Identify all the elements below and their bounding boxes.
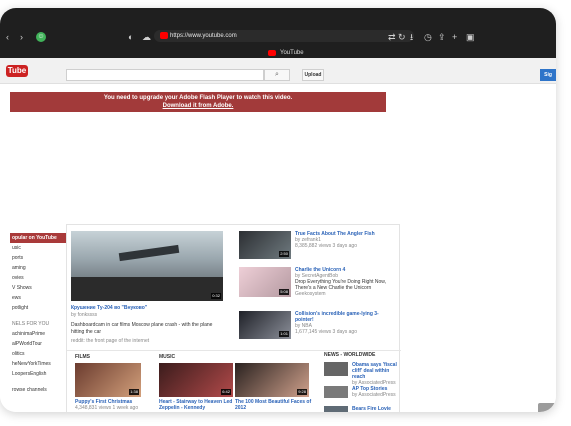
music-item-1[interactable]: 6:42 Heart - Stairway to Heaven Led Zepp… [159, 363, 233, 412]
news-info-2: AP Top Stories by AssociatedPress [352, 386, 400, 398]
news-item-1[interactable]: Obama says 'fiscal cliff' deal within re… [324, 362, 400, 386]
news-item-2[interactable]: AP Top Stories by AssociatedPress [324, 386, 400, 402]
thumbnail-charlie-unicorn[interactable]: 5:08 [239, 267, 291, 297]
search-input[interactable] [66, 69, 264, 81]
channels-header: NELS FOR YOU [12, 321, 50, 327]
cloud-icon[interactable]: ☁ [142, 32, 151, 42]
duration-badge: 0:32 [211, 293, 221, 299]
timer-icon[interactable]: ◷ [424, 32, 432, 42]
music-item-2[interactable]: 9:28 The 100 Most Beautiful Faces of 201… [235, 363, 311, 412]
sidebar-item-tv-shows[interactable]: V Shows [10, 283, 66, 293]
news-info-1: Obama says 'fiscal cliff' deal within re… [352, 362, 400, 386]
sidebar-item-gaming[interactable]: aming [10, 263, 66, 273]
search-icon: ⌕ [275, 71, 279, 78]
duration-badge: 2:50 [279, 251, 289, 257]
featured-info: Крушение Ту-204 во "Внуково" by fonkssss… [71, 305, 227, 345]
youtube-tab-icon [268, 50, 276, 56]
flash-message: You need to upgrade your Adobe Flash Pla… [103, 95, 293, 101]
films-item[interactable]: 1:38 Puppy's First Christmas 4,348,831 v… [75, 363, 141, 412]
thumbnail-nba[interactable]: 1:01 [239, 311, 291, 339]
featured-title[interactable]: Крушение Ту-204 во "Внуково" [71, 305, 227, 312]
youtube-logo[interactable]: Tube [6, 65, 28, 77]
forward-icon[interactable]: › [20, 32, 23, 42]
music-thumbnail-1[interactable]: 6:42 [159, 363, 233, 397]
youtube-favicon-icon [160, 32, 168, 39]
browse-channels-link[interactable]: rowse channels [10, 385, 66, 395]
share-icon[interactable]: ⇪ [438, 32, 446, 42]
films-info: Puppy's First Christmas 4,348,831 views … [75, 399, 151, 411]
flash-download-link[interactable]: Download it from Adobe. [163, 103, 234, 109]
tab-youtube[interactable]: YouTube [268, 48, 304, 58]
sidebar-item-music[interactable]: usic [10, 243, 66, 253]
duration-badge: 1:01 [279, 331, 289, 337]
featured-description: Dashboardcam in car films Moscow plane c… [71, 322, 213, 335]
duration-badge: 5:08 [279, 289, 289, 295]
music-title-1[interactable]: Heart - Stairway to Heaven Led Zeppelin … [159, 399, 235, 411]
films-section-title[interactable]: FILMS [75, 354, 90, 360]
news-item-3[interactable]: Bears Fire Lovie [324, 406, 400, 412]
music-info-1: Heart - Stairway to Heaven Led Zeppelin … [159, 399, 235, 411]
tabs-overview-icon[interactable]: ▣ [466, 32, 475, 42]
youtube-header: Tube ⌕ Upload Sig [0, 58, 556, 84]
webpage: Tube ⌕ Upload Sig You need to upgrade yo… [0, 58, 556, 412]
browser-toolbar: ‹ › ☺ ◐ ☁ https://www.youtube.com ⇄ ↻ ⭳ … [0, 8, 556, 58]
sidebar-item-movies[interactable]: ovies [10, 273, 66, 283]
sidebar-header[interactable]: opular on YouTube [10, 233, 66, 243]
screenshot-frame: ‹ › ☺ ◐ ☁ https://www.youtube.com ⇄ ↻ ⭳ … [0, 0, 571, 426]
news-section-title[interactable]: NEWS - WORLDWIDE [324, 352, 375, 358]
featured-thumbnail[interactable]: 0:32 [71, 231, 223, 301]
news-by-2[interactable]: by AssociatedPress [352, 392, 400, 398]
news-info-3: Bears Fire Lovie [352, 406, 400, 412]
featured-by[interactable]: by fonkssss [71, 312, 227, 319]
channel-nytimes[interactable]: heNewYorkTimes [10, 359, 66, 369]
channel-loopers[interactable]: LoopersEnglish [10, 369, 66, 379]
sidebar-item-news[interactable]: ews [10, 293, 66, 303]
duration-badge: 9:28 [297, 389, 307, 395]
featured-via[interactable]: reddit: the front page of the internet [71, 338, 227, 345]
sidebar-item-spotlight[interactable]: potlight [10, 303, 66, 313]
road-shape [71, 277, 223, 301]
scrollbar-thumb[interactable] [538, 403, 556, 412]
news-title-1[interactable]: Obama says 'fiscal cliff' deal within re… [352, 362, 400, 380]
translate-icon[interactable]: ⇄ [388, 32, 396, 42]
left-sidebar: opular on YouTube usic ports aming ovies… [10, 233, 66, 412]
news-thumbnail-2[interactable] [324, 386, 348, 398]
search-button[interactable]: ⌕ [264, 69, 290, 81]
duration-badge: 1:38 [129, 389, 139, 395]
music-section-title[interactable]: MUSIC [159, 354, 175, 360]
address-bar[interactable]: https://www.youtube.com [154, 30, 414, 42]
back-icon[interactable]: ‹ [6, 32, 9, 42]
flash-upgrade-banner: You need to upgrade your Adobe Flash Pla… [10, 92, 386, 112]
download-icon[interactable]: ⭳ [410, 32, 413, 42]
reload-icon[interactable]: ↻ [398, 32, 406, 42]
browser-window: ‹ › ☺ ◐ ☁ https://www.youtube.com ⇄ ↻ ⭳ … [0, 8, 556, 412]
tab-label: YouTube [280, 50, 304, 56]
news-thumbnail-3[interactable] [324, 406, 348, 412]
upload-button[interactable]: Upload [302, 69, 324, 81]
sidebar-item-sports[interactable]: ports [10, 253, 66, 263]
news-title-3[interactable]: Bears Fire Lovie [352, 406, 400, 412]
thumbnail-angler-fish[interactable]: 2:50 [239, 231, 291, 259]
duration-badge: 6:42 [221, 389, 231, 395]
music-info-2: The 100 Most Beautiful Faces of 2012 [235, 399, 313, 411]
new-tab-icon[interactable]: + [452, 32, 457, 42]
channel-world-tour[interactable]: alPWorldTour [10, 339, 66, 349]
url-text: https://www.youtube.com [170, 33, 237, 39]
channel-machinima[interactable]: achinimaPrime [10, 329, 66, 339]
films-meta: 4,348,831 views 1 week ago [75, 405, 139, 411]
plane-shape [118, 244, 180, 262]
music-thumbnail-2[interactable]: 9:28 [235, 363, 309, 397]
channel-politics[interactable]: olitics [10, 349, 66, 359]
music-title-2[interactable]: The 100 Most Beautiful Faces of 2012 [235, 399, 313, 411]
films-thumbnail[interactable]: 1:38 [75, 363, 141, 397]
sign-in-button[interactable]: Sig [540, 69, 556, 81]
featured-video[interactable]: 0:32 Крушение Ту-204 во "Внуково" by fon… [71, 231, 229, 353]
extension-icon[interactable]: ☺ [36, 32, 46, 42]
shield-icon[interactable]: ◐ [128, 32, 133, 42]
news-section: NEWS - WORLDWIDE Obama says 'fiscal clif… [320, 224, 400, 412]
news-thumbnail-1[interactable] [324, 362, 348, 376]
